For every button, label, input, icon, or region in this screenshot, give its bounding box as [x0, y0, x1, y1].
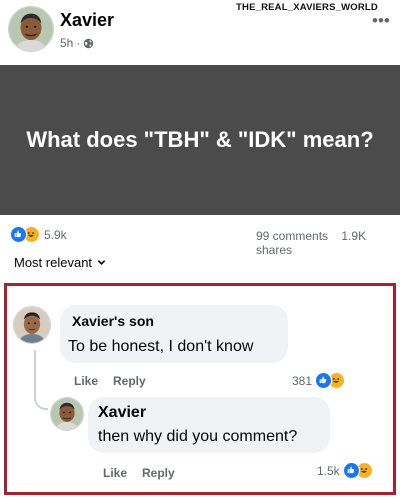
like-reaction-icon: [10, 226, 27, 243]
comment-author-avatar[interactable]: [13, 306, 51, 344]
reply-text: then why did you comment?: [98, 428, 298, 445]
comment-reply-button[interactable]: Reply: [113, 374, 146, 388]
post-time[interactable]: 5h: [60, 36, 73, 50]
chevron-down-icon: [97, 255, 106, 270]
watermark: THE_REAL_XAVIERS_WORLD: [236, 2, 378, 13]
comment-text: To be honest, I don't know: [68, 338, 254, 355]
comment-sort-dropdown[interactable]: Most relevant: [14, 255, 106, 270]
post-stats: 99 comments 1.9K shares: [256, 229, 400, 257]
like-reaction-icon: [315, 372, 333, 389]
comment-reactions[interactable]: 381: [292, 372, 346, 389]
reply-reply-button[interactable]: Reply: [142, 466, 175, 480]
more-options-icon[interactable]: •••: [372, 12, 390, 29]
meta-separator: ·: [76, 36, 81, 50]
reaction-summary[interactable]: 5.9k: [10, 226, 67, 243]
banner-text: What does "TBH" & "IDK" mean?: [26, 127, 374, 152]
globe-icon: [83, 38, 94, 49]
post-banner: What does "TBH" & "IDK" mean?: [0, 65, 400, 215]
post-meta: 5h ·: [60, 36, 94, 50]
reply-reactions[interactable]: 1.5k: [317, 462, 373, 479]
comments-count[interactable]: 99 comments: [256, 229, 328, 243]
post-author-name[interactable]: Xavier: [60, 10, 114, 31]
reply-reaction-count: 1.5k: [317, 463, 340, 478]
reply-author-avatar[interactable]: [50, 397, 84, 431]
like-reaction-icon: [342, 462, 360, 479]
reply-author-name[interactable]: Xavier: [98, 404, 146, 422]
comment-like-button[interactable]: Like: [74, 374, 98, 388]
sort-label: Most relevant: [14, 255, 93, 270]
comment-author-name[interactable]: Xavier's son: [72, 313, 154, 329]
post-author-avatar[interactable]: [8, 6, 54, 52]
reply-thread-line: [34, 350, 48, 410]
reply-like-button[interactable]: Like: [103, 466, 127, 480]
reaction-count: 5.9k: [44, 227, 67, 242]
comment-reaction-count: 381: [292, 373, 313, 388]
